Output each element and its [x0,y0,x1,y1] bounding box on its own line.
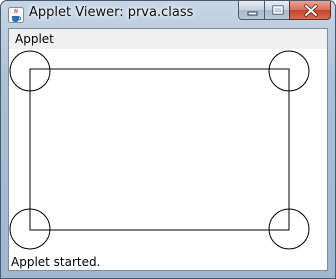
maximize-icon [272,5,284,15]
client-area: Applet Applet started. [8,28,328,271]
menu-bar: Applet [9,29,327,49]
window-title: Applet Viewer: prva.class [29,5,194,20]
rectangle-shape [29,68,290,231]
minimize-icon [247,11,258,16]
caption-buttons [238,1,331,20]
java-coffee-icon[interactable] [8,7,24,23]
status-bar-text: Applet started. [11,255,101,269]
menu-applet[interactable]: Applet [15,32,54,46]
close-button[interactable] [289,1,331,20]
title-bar[interactable]: Applet Viewer: prva.class [1,1,335,27]
maximize-button[interactable] [264,1,290,20]
applet-drawing [9,50,310,250]
applet-canvas[interactable] [9,49,327,254]
minimize-button[interactable] [238,1,265,20]
applet-viewer-window: Applet Viewer: prva.class Applet Applet … [0,0,336,279]
close-icon [304,4,318,17]
